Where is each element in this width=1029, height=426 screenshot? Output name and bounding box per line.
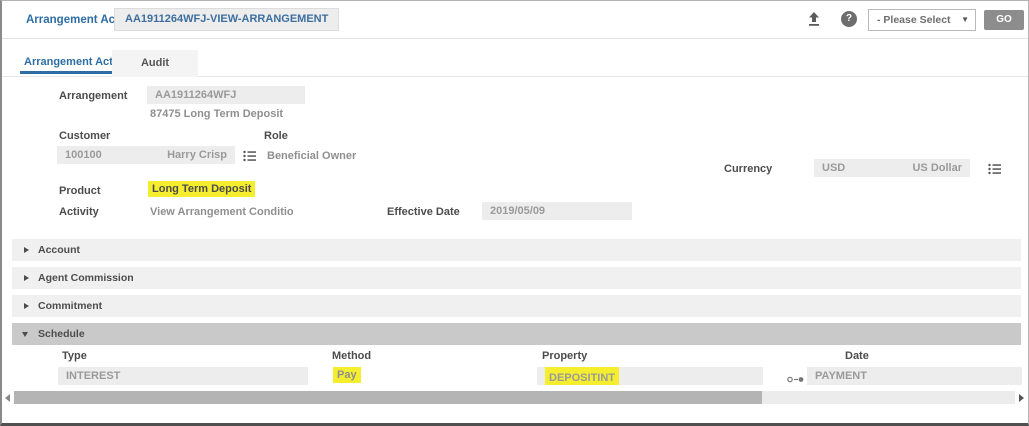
customer-name-value: Harry Crisp [167,146,227,164]
schedule-date-value: PAYMENT [815,367,867,385]
effective-date-value: 2019/05/09 [490,202,545,220]
action-select[interactable]: - Please Select ▼ [868,9,976,31]
schedule-type-value: INTEREST [66,367,120,385]
arrangement-subtext: 87475 Long Term Deposit [150,108,283,120]
scrollbar-track[interactable] [14,391,1015,404]
tab-bar: Arrangement Activity Audit [2,49,1028,77]
go-button[interactable]: GO [984,10,1024,30]
tab-audit[interactable]: Audit [112,50,198,77]
header-bar: Arrangement Activity AA1911264WFJ-VIEW-A… [2,1,1028,39]
schedule-type-label: Type [62,350,87,362]
accordion-commitment[interactable]: Commitment [12,295,1021,317]
accordion-account[interactable]: Account [12,239,1021,261]
schedule-method-value-highlighted: Pay [333,367,361,383]
accordion-account-label: Account [38,244,80,256]
scroll-left-icon[interactable] [5,394,10,402]
chevron-right-icon [24,303,29,309]
action-select-value: - Please Select [877,14,951,26]
currency-field: USD US Dollar [814,159,970,177]
accordion-agent-commission[interactable]: Agent Commission [12,267,1021,289]
schedule-date-field: PAYMENT [807,367,1022,385]
help-icon[interactable]: ? [841,11,857,27]
activity-value: View Arrangement Conditio [150,206,294,218]
schedule-method-label: Method [332,350,371,362]
arrangement-reference-badge: AA1911264WFJ-VIEW-ARRANGEMENT [114,8,339,31]
effective-date-field: 2019/05/09 [482,202,632,220]
activity-label: Activity [59,206,99,218]
schedule-type-field: INTEREST [58,367,308,385]
chevron-right-icon [24,247,29,253]
scrollbar-thumb[interactable] [14,391,762,404]
currency-list-icon[interactable] [988,162,1001,180]
product-label: Product [59,185,101,197]
link-icon [787,371,805,389]
role-label: Role [264,130,288,142]
role-value: Beneficial Owner [267,150,356,162]
product-value-highlighted: Long Term Deposit [148,181,255,197]
currency-code-value: USD [822,159,845,177]
effective-date-label: Effective Date [387,206,460,218]
currency-label: Currency [724,163,772,175]
customer-id-value: 100100 [65,146,102,164]
chevron-right-icon [24,275,29,281]
schedule-property-label: Property [542,350,587,362]
chevron-down-icon [22,332,28,337]
scroll-right-icon[interactable] [1019,394,1024,402]
chevron-down-icon: ▼ [961,10,969,30]
schedule-date-label: Date [845,350,869,362]
currency-name-value: US Dollar [912,159,962,177]
upload-icon[interactable] [806,11,822,27]
arrangement-label: Arrangement [59,90,127,102]
arrangement-field: AA1911264WFJ [147,86,305,104]
customer-label: Customer [59,130,110,142]
accordion-schedule[interactable]: Schedule [12,323,1021,345]
horizontal-scrollbar [2,391,1028,404]
customer-field: 100100 Harry Crisp [57,146,235,164]
accordion-schedule-label: Schedule [38,328,85,340]
app-window: Arrangement Activity AA1911264WFJ-VIEW-A… [0,0,1029,426]
schedule-property-value-highlighted: DEPOSITINT [545,367,619,385]
arrangement-value: AA1911264WFJ [155,86,236,104]
accordion-agent-commission-label: Agent Commission [38,272,134,284]
accordion-commitment-label: Commitment [38,300,102,312]
customer-list-icon[interactable] [243,149,256,167]
schedule-property-field: DEPOSITINT [537,367,763,385]
